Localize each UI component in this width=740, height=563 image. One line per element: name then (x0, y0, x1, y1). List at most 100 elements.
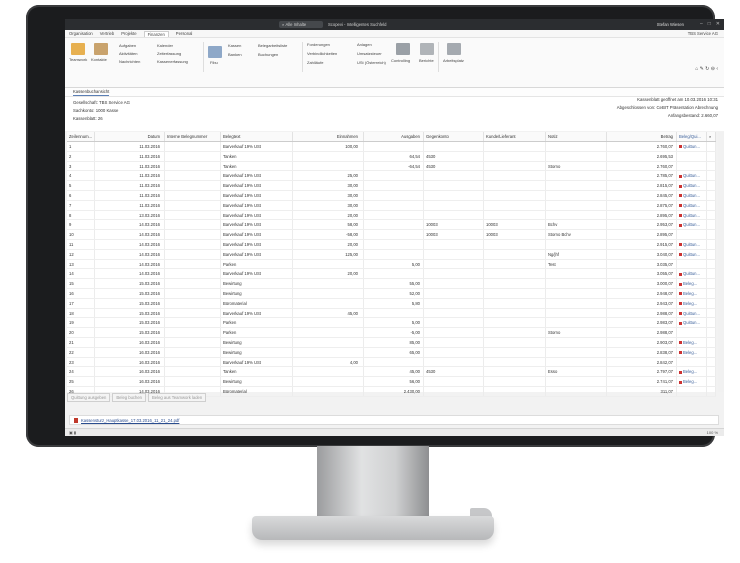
table-cell[interactable] (424, 181, 484, 190)
table-row[interactable]: 21 16.03.2016 Bewirtung 85,00 2.903,07 Beleg.… (67, 337, 716, 348)
verbindlichkeiten-button[interactable]: Verbindlichkeiten (307, 51, 337, 56)
table-row[interactable]: 14 14.03.2016 Barverkauf 19% USt 20,00 3.055… (67, 269, 716, 280)
table-cell[interactable]: -64,54 (364, 161, 424, 171)
table-cell[interactable]: 85,00 (364, 337, 424, 347)
buchungen-button[interactable]: Buchungen (258, 52, 278, 57)
table-cell[interactable] (546, 308, 607, 318)
quittung-ausgeben-button[interactable]: Quittung ausgeben (67, 393, 111, 402)
table-cell[interactable] (707, 190, 716, 200)
fibu-button[interactable]: Fibu (210, 60, 218, 65)
table-cell[interactable]: Quittun... (677, 318, 707, 328)
belegarbeitsliste-button[interactable]: Belegarbeitsliste (258, 43, 287, 48)
table-cell[interactable]: 30,00 (293, 200, 364, 210)
table-cell[interactable] (424, 288, 484, 298)
table-cell[interactable] (546, 288, 607, 298)
table-cell[interactable] (707, 298, 716, 308)
table-cell[interactable]: 21 (67, 337, 95, 347)
minimize-icon[interactable]: – (700, 21, 703, 27)
table-cell[interactable] (424, 249, 484, 259)
table-cell[interactable] (484, 239, 546, 249)
table-cell[interactable] (293, 161, 364, 171)
controlling-icon[interactable] (396, 43, 410, 55)
table-cell[interactable]: Storno (546, 161, 607, 171)
table-cell[interactable]: Barverkauf 19% USt (221, 230, 293, 239)
table-row[interactable]: 13 14.03.2016 Parken 5,00 Test 3.035,07 (67, 259, 716, 270)
maximize-icon[interactable]: □ (708, 21, 711, 27)
table-cell[interactable]: 4530 (424, 367, 484, 377)
table-cell[interactable]: 16.03.2016 (95, 337, 165, 347)
table-cell[interactable] (364, 200, 424, 210)
table-cell[interactable]: 2.842,07 (607, 357, 677, 367)
table-cell[interactable]: 14.03.2016 (95, 249, 165, 259)
table-cell[interactable]: 11 (67, 239, 95, 249)
table-cell[interactable]: Bewirtung (221, 279, 293, 288)
menu-vertrieb[interactable]: Vertrieb (100, 31, 114, 36)
table-cell[interactable]: 56,00 (364, 377, 424, 386)
table-cell[interactable] (293, 298, 364, 308)
table-cell[interactable] (546, 298, 607, 308)
table-cell[interactable]: 20 (67, 328, 95, 337)
table-cell[interactable]: 9 (67, 220, 95, 230)
anlagen-button[interactable]: Anlagen (357, 42, 372, 47)
col-header-einnahmen[interactable]: Einnahmen (293, 132, 364, 141)
table-cell[interactable]: 52,00 (364, 288, 424, 298)
table-cell[interactable] (165, 239, 221, 249)
table-cell[interactable]: 2.797,07 (607, 367, 677, 377)
table-cell[interactable] (165, 337, 221, 347)
table-row[interactable]: 18 15.03.2016 Barverkauf 19% USt 45,00 2.988… (67, 308, 716, 319)
table-cell[interactable]: 24 (67, 367, 95, 377)
table-cell[interactable]: 12 (67, 249, 95, 259)
nav-icons[interactable]: ⌂ ✎ ↻ ⊖ ‹ (695, 66, 718, 72)
table-cell[interactable] (293, 279, 364, 288)
table-cell[interactable] (484, 259, 546, 269)
table-scrollbar[interactable] (718, 132, 724, 392)
table-cell[interactable] (424, 386, 484, 396)
table-cell[interactable]: 5,80 (364, 298, 424, 308)
table-cell[interactable] (707, 259, 716, 269)
table-cell[interactable] (165, 190, 221, 200)
table-cell[interactable] (677, 386, 707, 396)
table-cell[interactable]: 3.040,07 (607, 249, 677, 259)
table-cell[interactable] (707, 357, 716, 367)
table-cell[interactable]: Barverkauf 19% USt (221, 200, 293, 210)
teamwork-button[interactable]: Teamwork (69, 57, 87, 62)
table-cell[interactable] (165, 308, 221, 318)
table-cell[interactable] (707, 220, 716, 230)
table-cell[interactable] (364, 171, 424, 181)
table-cell[interactable]: 2.953,07 (607, 220, 677, 230)
table-cell[interactable]: Parken (221, 318, 293, 328)
table-cell[interactable]: 16 (67, 288, 95, 298)
table-cell[interactable]: 18 (67, 308, 95, 318)
table-cell[interactable]: 11.03.2016 (95, 171, 165, 181)
table-cell[interactable] (293, 337, 364, 347)
table-cell[interactable] (424, 259, 484, 269)
table-cell[interactable] (484, 151, 546, 161)
table-cell[interactable] (484, 308, 546, 318)
table-cell[interactable]: 5 (67, 181, 95, 190)
table-cell[interactable]: 4530 (424, 161, 484, 171)
table-cell[interactable] (165, 288, 221, 298)
table-cell[interactable]: Beleg... (677, 337, 707, 347)
tab-kassenbuchansicht[interactable]: Kassenbuchansicht (73, 89, 110, 96)
table-row[interactable]: 3 11.03.2016 Tanken -64,54 4530 Storno 2.760,0… (67, 161, 716, 172)
table-cell[interactable]: Barverkauf 19% USt (221, 239, 293, 249)
table-row[interactable]: 22 16.03.2016 Bewirtung 65,00 2.838,07 Beleg.… (67, 347, 716, 358)
table-cell[interactable] (707, 279, 716, 288)
table-cell[interactable] (546, 269, 607, 279)
table-cell[interactable] (484, 377, 546, 386)
table-cell[interactable] (165, 357, 221, 367)
table-cell[interactable] (546, 357, 607, 367)
table-cell[interactable] (546, 200, 607, 210)
fibu-icon[interactable] (208, 46, 222, 58)
attachment-link[interactable]: Kassensturz_Hauptkasse_17.03.2016_11_21_… (81, 418, 179, 423)
table-cell[interactable] (707, 318, 716, 328)
table-cell[interactable] (364, 249, 424, 259)
table-cell[interactable] (707, 367, 716, 377)
table-cell[interactable]: Barverkauf 19% USt (221, 357, 293, 367)
arbeitsplatz-button[interactable]: Arbeitsplatz (443, 58, 464, 63)
table-cell[interactable] (424, 279, 484, 288)
table-cell[interactable] (546, 142, 607, 151)
table-cell[interactable]: Tanken (221, 161, 293, 171)
table-row[interactable]: 17 15.03.2016 Büromaterial 5,80 2.943,07 Bele… (67, 298, 716, 309)
table-cell[interactable]: Barverkauf 19% USt (221, 142, 293, 151)
